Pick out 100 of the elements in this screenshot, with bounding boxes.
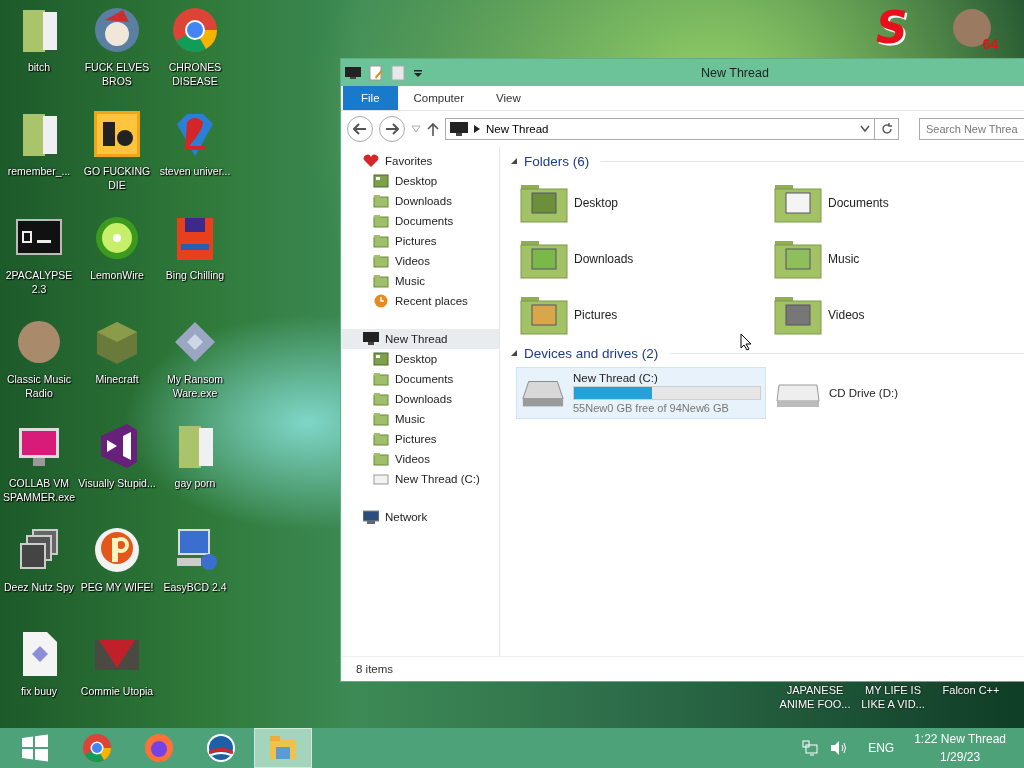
clock-time: 1:22 New Thread xyxy=(914,731,1006,748)
desktop-icon-label[interactable]: COLLAB VM SPAMMER.exe xyxy=(0,476,78,504)
collapse-icon[interactable] xyxy=(510,157,518,165)
nav-item[interactable]: Downloads xyxy=(341,191,499,211)
folder-icon xyxy=(373,452,389,466)
folder-label[interactable]: Pictures xyxy=(574,308,618,322)
desktop-icon-label[interactable]: Deez Nutz Spy xyxy=(0,580,78,594)
nav-item[interactable]: Music xyxy=(341,409,499,429)
dropdown-icon[interactable] xyxy=(413,67,423,78)
refresh-icon xyxy=(880,123,893,135)
portrait-icon[interactable] xyxy=(15,318,63,366)
folder-icon xyxy=(373,194,389,208)
ribbon-tab[interactable]: File xyxy=(343,86,398,110)
folder-label[interactable]: Desktop xyxy=(574,196,619,210)
monitor-icon xyxy=(450,122,468,136)
desktop-icon-label[interactable]: gay porn xyxy=(156,476,234,490)
folder-icon[interactable] xyxy=(520,239,568,279)
avatar-number-label: 64 xyxy=(982,36,998,52)
desktop-icon-label[interactable]: PEG MY WIFE! xyxy=(78,580,156,594)
forward-button[interactable] xyxy=(379,116,405,142)
desktop-icon-label[interactable]: fix buuy xyxy=(0,684,78,698)
ring-icon[interactable] xyxy=(171,6,219,54)
letter-ball-icon[interactable] xyxy=(93,526,141,574)
desktop-icon-label[interactable]: FUCK ELVES BROS xyxy=(78,60,156,88)
folder-icon xyxy=(373,372,389,386)
folder-label[interactable]: Videos xyxy=(828,308,865,322)
tile-icon[interactable] xyxy=(93,110,141,158)
collapse-icon[interactable] xyxy=(510,349,518,357)
nav-item[interactable]: Pictures xyxy=(341,429,499,449)
fox-globe-icon xyxy=(144,733,174,763)
desktop-icon xyxy=(373,174,389,188)
desktop-icon-label[interactable]: CHRONES DISEASE xyxy=(156,60,234,88)
search-field[interactable]: Search New Threa xyxy=(919,118,1024,140)
nav-item[interactable]: New Thread xyxy=(341,329,499,349)
nav-item[interactable]: Favorites xyxy=(341,151,499,171)
desktop-icon-label[interactable]: remember_... xyxy=(0,164,78,178)
folder-icon[interactable] xyxy=(520,295,568,335)
folder-icon[interactable] xyxy=(774,183,822,223)
back-button[interactable] xyxy=(347,116,373,142)
folder-icon[interactable] xyxy=(774,239,822,279)
desktop-icon-label[interactable]: Bing Chilling xyxy=(156,268,234,282)
desktop-icon-label[interactable]: Minecraft xyxy=(78,372,156,386)
cartoon-ball-icon[interactable] xyxy=(93,6,141,54)
desktop-icon-label[interactable]: GO FUCKING DIE xyxy=(78,164,156,192)
folder-icon xyxy=(373,274,389,288)
desktop-icon-label[interactable]: bitch xyxy=(0,60,78,74)
nav-item[interactable]: New Thread (C:) xyxy=(341,469,499,489)
desktop-icon-label[interactable]: EasyBCD 2.4 xyxy=(156,580,234,594)
desktop-icon-label[interactable]: Classic Music Radio xyxy=(0,372,78,400)
nav-item[interactable]: Desktop xyxy=(341,349,499,369)
nav-item[interactable]: Desktop xyxy=(341,171,499,191)
nav-item[interactable]: Documents xyxy=(341,369,499,389)
desktop-icon-label[interactable]: LemonWire xyxy=(78,268,156,282)
desktop-icon-label[interactable]: My Ransom Ware.exe xyxy=(156,372,234,400)
nav-item[interactable]: Videos xyxy=(341,449,499,469)
nav-item[interactable]: Network xyxy=(341,507,499,527)
nav-item[interactable]: Pictures xyxy=(341,231,499,251)
desktop-icon-label[interactable]: steven univer... xyxy=(156,164,234,178)
monitor-icon[interactable] xyxy=(345,66,361,79)
folder-icon xyxy=(373,254,389,268)
emblem-icon xyxy=(206,733,236,763)
drive-label: CD Drive (D:) xyxy=(829,387,899,399)
group-heading: Devices and drives (2) xyxy=(524,345,659,361)
clock-icon xyxy=(373,294,389,308)
up-arrow-icon[interactable] xyxy=(427,122,439,136)
folder-label[interactable]: Music xyxy=(828,252,860,266)
nav-item[interactable]: Videos xyxy=(341,251,499,271)
desktop-icon-label[interactable]: MY LIFE IS LIKE A VID... xyxy=(856,683,930,711)
nav-item[interactable]: Music xyxy=(341,271,499,291)
window-title: New Thread xyxy=(701,65,769,80)
nav-item[interactable]: Recent places xyxy=(341,291,499,311)
folder-label[interactable]: Downloads xyxy=(574,252,634,266)
desktop-icon-label[interactable]: Commie Utopia xyxy=(78,684,156,698)
desktop-icon-label[interactable]: 2PACALYPSE 2.3 xyxy=(0,268,78,296)
folder-icon[interactable] xyxy=(520,183,568,223)
nav-item[interactable]: Downloads xyxy=(341,389,499,409)
chevron-icon xyxy=(474,125,480,133)
nav-item[interactable]: Documents xyxy=(341,211,499,231)
speaker-icon[interactable] xyxy=(830,740,849,756)
clock-date: 1/29/23 xyxy=(940,749,981,766)
folder-icon[interactable] xyxy=(774,295,822,335)
folder-label[interactable]: Documents xyxy=(828,196,889,210)
dropdown-icon xyxy=(860,125,870,133)
desktop-icon-label[interactable]: JAPANESE ANIME FOO... xyxy=(778,683,852,711)
lime-icon[interactable] xyxy=(93,214,141,262)
group-heading: Folders (6) xyxy=(524,153,590,169)
drive-tile[interactable]: New Thread (C:) 55New0 GB free of 94New6 GB xyxy=(516,367,766,419)
desktop-icon-label[interactable]: Visually Stupid... xyxy=(78,476,156,490)
address-bar[interactable]: New Thread xyxy=(445,118,875,140)
ring-icon xyxy=(82,733,112,763)
desktop-icon xyxy=(373,352,389,366)
drive-label: New Thread (C:) xyxy=(573,372,659,384)
drive-space-text: 55New0 GB free of 94New6 GB xyxy=(573,402,730,414)
windows-logo-icon xyxy=(20,733,50,763)
refresh-button[interactable] xyxy=(875,118,899,140)
desktop-icon-label[interactable]: Falcon C++ xyxy=(934,683,1008,711)
folder-icon xyxy=(373,214,389,228)
folder-icon xyxy=(373,392,389,406)
back-arrow-icon xyxy=(353,123,367,135)
drive-tile[interactable]: CD Drive (D:) xyxy=(770,367,1020,419)
